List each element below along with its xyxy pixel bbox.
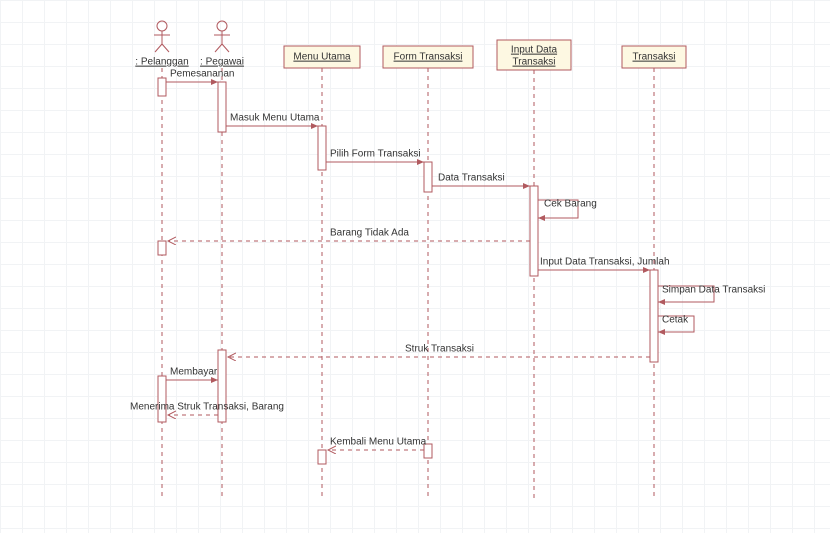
message-input-jumlah: Input Data Transaksi, Jumlah xyxy=(538,257,670,270)
lifeline-pegawai-label: : Pegawai xyxy=(200,57,244,68)
lifeline-pelanggan-label: : Pelanggan xyxy=(135,57,188,68)
activation xyxy=(158,78,166,96)
message-simpan-label: Simpan Data Transaksi xyxy=(662,285,765,296)
sequence-diagram: : Pelanggan : Pegawai Menu Utama Form Tr… xyxy=(0,0,830,533)
activation xyxy=(158,241,166,255)
message-cetak: Cetak xyxy=(658,315,694,332)
activation xyxy=(650,270,658,362)
message-pilih-form: Pilih Form Transaksi xyxy=(326,149,424,162)
message-struk-label: Struk Transaksi xyxy=(405,344,474,355)
message-cetak-label: Cetak xyxy=(662,315,689,326)
message-struk: Struk Transaksi xyxy=(228,344,650,357)
lifeline-form: Form Transaksi xyxy=(383,46,473,500)
activation xyxy=(530,186,538,276)
lifeline-input-label2: Transaksi xyxy=(513,57,556,68)
message-pemesananan-label: Pemesananan xyxy=(170,69,235,80)
message-pemesananan: Pemesananan xyxy=(166,69,235,82)
message-data-transaksi-label: Data Transaksi xyxy=(438,173,505,184)
message-menerima-label: Menerima Struk Transaksi, Barang xyxy=(130,402,284,413)
activation xyxy=(158,376,166,422)
message-membayar: Membayar xyxy=(166,367,218,380)
message-pilih-form-label: Pilih Form Transaksi xyxy=(330,149,421,160)
activation xyxy=(218,82,226,132)
message-membayar-label: Membayar xyxy=(170,367,218,378)
lifeline-form-label: Form Transaksi xyxy=(394,52,463,63)
message-data-transaksi: Data Transaksi xyxy=(432,173,530,186)
message-cek-barang: Cek Barang xyxy=(538,199,597,218)
activation xyxy=(318,450,326,464)
message-kembali-label: Kembali Menu Utama xyxy=(330,437,427,448)
message-masuk-menu-label: Masuk Menu Utama xyxy=(230,113,320,124)
activation xyxy=(424,162,432,192)
message-simpan: Simpan Data Transaksi xyxy=(658,285,765,302)
message-cek-barang-label: Cek Barang xyxy=(544,199,597,210)
lifeline-menu-label: Menu Utama xyxy=(293,52,351,63)
activation xyxy=(318,126,326,170)
message-menerima: Menerima Struk Transaksi, Barang xyxy=(130,402,284,415)
lifeline-transaksi-label: Transaksi xyxy=(633,52,676,63)
message-masuk-menu: Masuk Menu Utama xyxy=(226,113,320,126)
message-barang-tidak-ada-label: Barang Tidak Ada xyxy=(330,228,409,239)
message-kembali: Kembali Menu Utama xyxy=(328,437,427,450)
message-input-jumlah-label: Input Data Transaksi, Jumlah xyxy=(540,257,670,268)
lifeline-input-label1: Input Data xyxy=(511,45,558,56)
